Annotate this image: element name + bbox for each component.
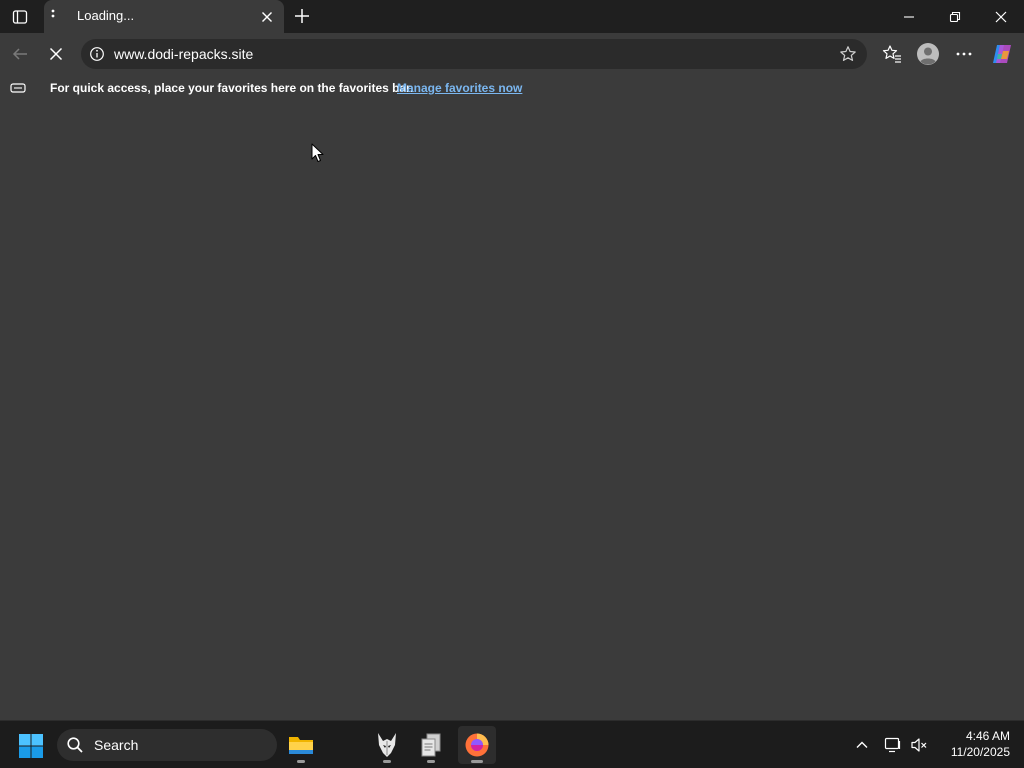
stop-loading-button[interactable] <box>41 39 71 69</box>
copilot-icon <box>993 45 1011 63</box>
minimize-icon <box>904 15 914 18</box>
tab-strip: Loading... <box>0 0 1024 33</box>
site-info-icon[interactable] <box>89 46 105 62</box>
taskbar-search-box[interactable]: Search <box>57 729 277 761</box>
back-arrow-icon <box>12 48 27 60</box>
restore-button[interactable] <box>932 0 978 33</box>
search-icon <box>67 737 83 753</box>
running-indicator <box>471 760 483 763</box>
network-tray-button[interactable] <box>883 735 903 755</box>
avatar-icon <box>917 43 939 65</box>
display-network-icon <box>884 737 901 753</box>
back-button[interactable] <box>5 39 35 69</box>
settings-more-button[interactable] <box>949 39 979 69</box>
add-favorite-star-icon[interactable] <box>839 45 857 63</box>
taskbar-app-firefox[interactable] <box>458 726 496 764</box>
vertical-tabs-icon <box>12 10 28 24</box>
new-tab-icon[interactable] <box>290 5 314 27</box>
windows-start-icon[interactable] <box>16 731 46 761</box>
close-icon <box>995 11 1007 22</box>
firefox-icon <box>465 733 489 757</box>
search-label: Search <box>94 737 139 753</box>
show-hidden-icons-button[interactable] <box>852 735 872 755</box>
running-indicator <box>297 760 305 763</box>
clock-date: 11/20/2025 <box>950 745 1010 759</box>
url-text[interactable]: www.dodi-repacks.site <box>114 46 253 62</box>
minimize-button[interactable] <box>886 0 932 33</box>
chevron-up-icon <box>856 741 868 748</box>
volume-tray-button[interactable] <box>909 735 929 755</box>
copilot-button[interactable] <box>987 39 1017 69</box>
tab-menu-icon[interactable] <box>50 8 56 24</box>
mouse-cursor-icon <box>311 143 324 162</box>
stop-icon <box>49 47 63 61</box>
close-tab-icon[interactable] <box>259 9 275 25</box>
active-tab[interactable]: Loading... <box>44 0 284 33</box>
profile-button[interactable] <box>913 39 943 69</box>
system-clock[interactable]: 4:46 AM 11/20/2025 <box>938 728 1010 760</box>
favorites-list-icon <box>882 45 901 63</box>
favorites-button[interactable] <box>877 39 907 69</box>
favorites-bar-icon <box>10 83 26 93</box>
taskbar: Search 4:46 AM 11/20/2025 <box>0 720 1024 768</box>
taskbar-app-wolf[interactable] <box>368 726 406 764</box>
manage-favorites-link[interactable]: Manage favorites now <box>397 81 522 95</box>
restore-icon <box>949 11 961 22</box>
close-window-button[interactable] <box>978 0 1024 33</box>
taskbar-app-file-explorer[interactable] <box>282 726 320 764</box>
document-app-icon <box>421 733 441 757</box>
more-dots-icon <box>956 52 972 56</box>
page-content <box>0 101 1024 720</box>
address-bar[interactable]: www.dodi-repacks.site <box>81 39 867 69</box>
taskbar-app-document[interactable] <box>412 726 450 764</box>
tab-actions-button[interactable] <box>8 5 32 29</box>
browser-toolbar: www.dodi-repacks.site <box>0 33 1024 75</box>
clock-time: 4:46 AM <box>965 729 1010 743</box>
folder-icon <box>289 737 313 754</box>
favorites-bar: For quick access, place your favorites h… <box>0 75 1024 101</box>
favorites-bar-message: For quick access, place your favorites h… <box>50 81 414 95</box>
tab-title: Loading... <box>77 8 135 23</box>
running-indicator <box>427 760 435 763</box>
running-indicator <box>383 760 391 763</box>
wolf-app-icon <box>378 733 396 757</box>
volume-muted-icon <box>911 738 927 752</box>
